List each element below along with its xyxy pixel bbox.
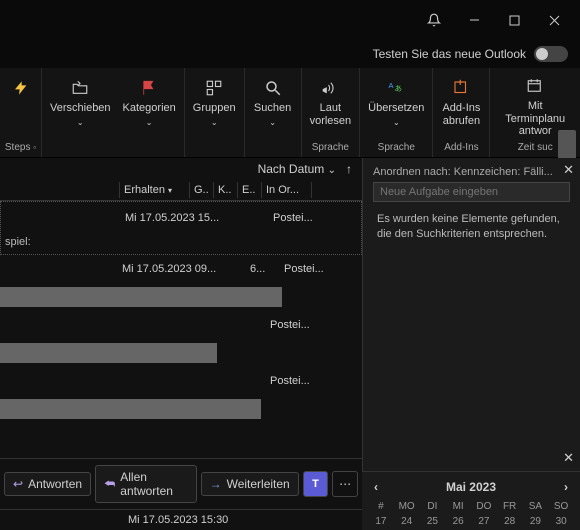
calendar-day[interactable]: 24 [394, 515, 420, 528]
schedule-icon [525, 75, 545, 97]
groups-button[interactable]: Gruppen ⌄ [187, 75, 242, 129]
folder-move-icon [70, 77, 90, 99]
find-time-group-label: Zeit suc [518, 140, 553, 154]
calendar-peek: ✕ ‹ Mai 2023 › # MO DI MI DO FR SA SO 17… [362, 471, 580, 530]
calendar-day[interactable]: 28 [497, 515, 523, 528]
ribbon: Steps ▫ Verschieben ⌄ Kategorien ⌄ [0, 68, 580, 158]
groups-icon [204, 77, 224, 99]
forward-icon: → [210, 477, 222, 491]
reply-icon: ↩ [13, 477, 23, 491]
categories-button[interactable]: Kategorien ⌄ [117, 75, 182, 129]
svg-text:A: A [389, 81, 394, 90]
calendar-day[interactable]: 29 [523, 515, 549, 528]
calendar-day[interactable]: 30 [548, 515, 574, 528]
mail-bar [0, 287, 282, 307]
new-task-input[interactable] [373, 182, 570, 202]
quicksteps-button[interactable] [6, 75, 36, 101]
message-timestamp: Mi 17.05.2023 15:30 [128, 514, 228, 526]
read-aloud-button[interactable]: Laut vorlesen [304, 75, 358, 129]
language-group-label: Sprache [312, 140, 349, 154]
chevron-down-icon: ⌄ [269, 118, 276, 127]
try-new-outlook-label: Testen Sie das neue Outlook [373, 47, 526, 61]
translate-button[interactable]: Aあ Übersetzen ⌄ [362, 75, 430, 129]
mail-row[interactable]: Postei... [0, 367, 362, 395]
close-calendar-button[interactable]: ✕ [563, 450, 574, 466]
close-task-pane-button[interactable]: ✕ [563, 162, 574, 178]
calendar-weekdays: # MO DI MI DO FR SA SO 17 24 25 26 27 28… [368, 500, 574, 528]
mail-group-label: spiel: [3, 232, 359, 252]
language-group-label-2: Sprache [378, 140, 415, 154]
mail-bar [0, 343, 217, 363]
mail-bar [0, 399, 261, 419]
calendar-day[interactable]: 27 [471, 515, 497, 528]
column-inorder[interactable]: In Or... [262, 182, 312, 198]
mail-list-pane: Nach Datum ⌄ ↑ Erhalten ▾ G.. K.. E.. In… [0, 158, 362, 530]
get-addins-button[interactable]: Add-Ins abrufen [435, 75, 487, 129]
chevron-down-icon: ⌄ [146, 118, 153, 127]
reading-pane-header: Mi 17.05.2023 15:30 [0, 509, 362, 530]
addins-group-label: Add-Ins [444, 140, 478, 154]
mail-row[interactable]: Mi 17.05.2023 15... Postei... [3, 204, 359, 232]
translate-icon: Aあ [386, 77, 406, 99]
more-actions-button[interactable]: ⋯ [332, 471, 358, 497]
calendar-day[interactable]: 25 [420, 515, 446, 528]
quicksteps-group-label: Steps ▫ [5, 140, 36, 154]
maximize-button[interactable] [496, 6, 532, 34]
chevron-down-icon: ⌄ [328, 165, 336, 176]
sort-by-button[interactable]: Nach Datum ⌄ [258, 162, 336, 176]
chevron-down-icon: ⌄ [77, 118, 84, 127]
try-new-outlook-toggle[interactable] [534, 46, 568, 62]
column-g[interactable]: G.. [190, 182, 214, 198]
teams-share-button[interactable]: T [303, 471, 329, 497]
chevron-down-icon: ⌄ [211, 118, 218, 127]
try-new-outlook-row: Testen Sie das neue Outlook [0, 40, 580, 68]
read-aloud-icon [320, 77, 340, 99]
column-received[interactable]: Erhalten ▾ [120, 182, 190, 198]
window-titlebar [0, 0, 580, 40]
reply-all-icon: ⮪ [104, 477, 115, 492]
calendar-day[interactable]: 17 [368, 515, 394, 528]
chevron-down-icon: ⌄ [393, 118, 400, 127]
close-button[interactable] [536, 6, 572, 34]
calendar-title: Mai 2023 [446, 480, 496, 494]
column-header-row: Erhalten ▾ G.. K.. E.. In Or... [0, 180, 362, 201]
arrange-by-label[interactable]: Anordnen nach: Kennzeichen: Fälli... [363, 158, 580, 182]
mail-row[interactable]: Postei... [0, 311, 362, 339]
forward-button[interactable]: → Weiterleiten [201, 472, 299, 496]
svg-text:あ: あ [395, 84, 403, 93]
column-k[interactable]: K.. [214, 182, 238, 198]
reading-pane-actions: ↩ Antworten ⮪ Allen antworten → Weiterle… [0, 458, 362, 509]
calendar-prev-button[interactable]: ‹ [368, 478, 384, 496]
flag-icon [140, 77, 158, 99]
mail-list: Mi 17.05.2023 15... Postei... spiel: Mi … [0, 201, 362, 458]
reply-button[interactable]: ↩ Antworten [4, 472, 91, 496]
no-items-message: Es wurden keine Elemente gefunden, die d… [363, 208, 580, 246]
search-button[interactable]: Suchen ⌄ [247, 75, 299, 129]
sort-direction-button[interactable]: ↑ [346, 162, 352, 176]
notifications-icon[interactable] [416, 6, 452, 34]
lightning-icon [13, 77, 29, 99]
move-button[interactable]: Verschieben ⌄ [44, 75, 117, 129]
mail-row[interactable]: Mi 17.05.2023 09... 6... Postei... [0, 255, 362, 283]
minimize-button[interactable] [456, 6, 492, 34]
reply-all-button[interactable]: ⮪ Allen antworten [95, 465, 196, 503]
search-icon [264, 77, 282, 99]
calendar-day[interactable]: 26 [445, 515, 471, 528]
sort-row: Nach Datum ⌄ ↑ [0, 158, 362, 180]
addins-icon [451, 77, 471, 99]
column-e[interactable]: E.. [238, 182, 262, 198]
calendar-next-button[interactable]: › [558, 478, 574, 496]
